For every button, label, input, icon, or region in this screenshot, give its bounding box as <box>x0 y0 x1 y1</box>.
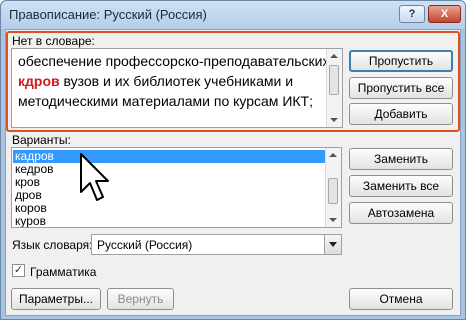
skip-button[interactable]: Пропустить <box>349 50 453 72</box>
spelling-dialog: Правописание: Русский (Россия) ? X Нет в… <box>0 0 466 320</box>
sentence-line-2: кдров вузов и их библиотек учебниками и <box>18 73 293 89</box>
textbox-scrollbar[interactable] <box>326 49 342 127</box>
suggestion-item[interactable]: кадров <box>13 150 325 163</box>
change-button[interactable]: Заменить <box>349 148 453 170</box>
change-all-button[interactable]: Заменить все <box>349 175 453 197</box>
sentence-line-2-rest: вузов и их библиотек учебниками и <box>59 73 294 89</box>
not-in-dictionary-textbox[interactable]: обеспечение профессорско-преподавательск… <box>11 48 343 128</box>
chevron-down-icon <box>329 242 337 247</box>
suggestions-label: Варианты: <box>12 133 71 147</box>
grammar-label[interactable]: Грамматика <box>30 265 96 279</box>
window-title: Правописание: Русский (Россия) <box>9 7 207 22</box>
title-bar[interactable]: Правописание: Русский (Россия) ? X <box>1 1 465 29</box>
dropdown-button[interactable] <box>324 235 341 254</box>
sentence-line-3: методическими материалами по курсам ИКТ; <box>18 93 313 109</box>
dialog-body: Нет в словаре: обеспечение профессорско-… <box>5 29 461 316</box>
undo-button[interactable]: Вернуть <box>107 288 174 310</box>
help-button[interactable]: ? <box>399 5 425 23</box>
list-scroll-thumb[interactable] <box>328 178 338 204</box>
suggestion-item[interactable]: кров <box>13 176 325 189</box>
mouse-pointer-icon <box>80 153 109 201</box>
suggestion-item[interactable]: коров <box>13 202 325 215</box>
scroll-thumb[interactable] <box>329 65 339 95</box>
options-button[interactable]: Параметры... <box>11 288 101 310</box>
misspelled-word: кдров <box>18 73 60 89</box>
dictionary-language-value: Русский (Россия) <box>97 238 193 252</box>
suggestion-item[interactable]: куров <box>13 215 325 228</box>
cancel-button[interactable]: Отмена <box>349 288 453 310</box>
dictionary-language-select[interactable]: Русский (Россия) <box>91 234 342 255</box>
suggestions-list[interactable]: кадров кедров кров дров коров куров <box>11 147 342 228</box>
not-in-dictionary-label: Нет в словаре: <box>12 34 95 48</box>
autocorrect-button[interactable]: Автозамена <box>349 202 453 224</box>
list-scrollbar[interactable] <box>325 148 341 227</box>
scroll-up-icon[interactable] <box>330 54 338 58</box>
dictionary-language-label: Язык словаря: <box>12 238 93 252</box>
grammar-checkbox[interactable]: ✓ <box>12 264 25 277</box>
suggestion-item[interactable]: дров <box>13 189 325 202</box>
close-button[interactable]: X <box>428 5 461 23</box>
scroll-down-icon[interactable] <box>330 118 338 122</box>
skip-all-button[interactable]: Пропустить все <box>349 77 453 99</box>
suggestion-item[interactable]: кедров <box>13 163 325 176</box>
sentence-line-1: обеспечение профессорско-преподавательск… <box>18 53 330 69</box>
add-button[interactable]: Добавить <box>349 103 453 125</box>
list-scroll-up-icon[interactable] <box>329 153 337 157</box>
list-scroll-down-icon[interactable] <box>329 218 337 222</box>
